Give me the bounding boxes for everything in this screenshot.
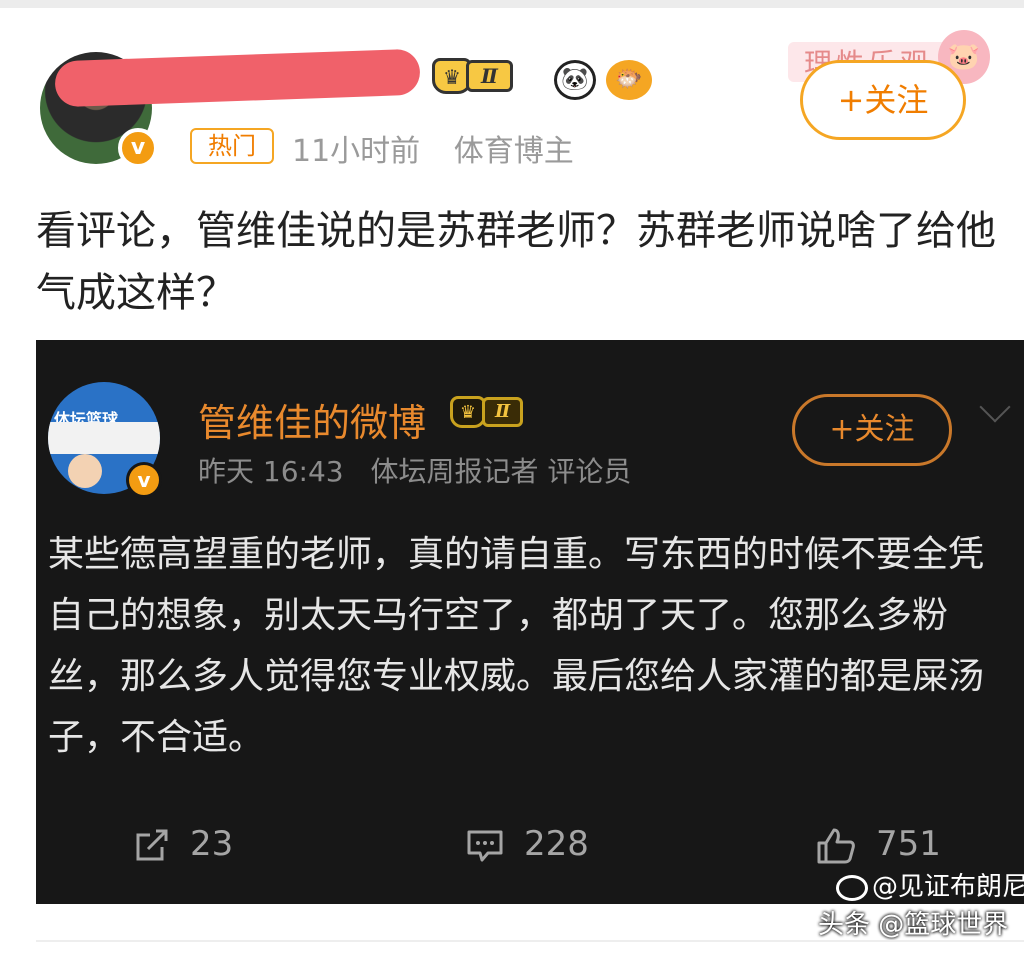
hot-tag: 热门 bbox=[190, 128, 274, 164]
comment-count: 228 bbox=[524, 824, 589, 864]
thumbs-up-icon bbox=[817, 828, 855, 863]
vip-level-badge: ♛ Ⅱ bbox=[432, 58, 513, 96]
toutiao-watermark: 头条 @篮球世界 bbox=[818, 910, 1009, 940]
comment-button[interactable]: 228 bbox=[466, 824, 589, 864]
bottom-divider bbox=[36, 940, 1024, 942]
embedded-post-body: 某些德高望重的老师，真的请自重。写东西的时候不要全凭自己的想象，别太天马行空了，… bbox=[48, 534, 985, 758]
embedded-follow-button[interactable]: +关注 bbox=[792, 394, 952, 466]
panda-emoji-icon: 🐼 bbox=[554, 60, 596, 100]
vip-level-badge: ♛ Ⅱ bbox=[450, 396, 524, 428]
verified-badge-icon: v bbox=[118, 128, 158, 168]
user-role: 体育博主 bbox=[453, 134, 574, 169]
embedded-post-meta: 昨天 16:43 体坛周报记者 评论员 bbox=[198, 450, 631, 490]
post-meta: 11小时前 体育博主 bbox=[292, 126, 574, 170]
verified-badge-icon: v bbox=[126, 462, 162, 498]
embedded-post-time: 昨天 16:43 bbox=[198, 455, 344, 488]
vip-level-text: Ⅱ bbox=[466, 60, 513, 92]
embedded-author-name[interactable]: 管维佳的微博 bbox=[198, 392, 426, 447]
top-divider bbox=[0, 0, 1024, 8]
embedded-user-role: 体坛周报记者 评论员 bbox=[370, 455, 632, 488]
weibo-watermark: @见证布朗尼 bbox=[836, 866, 1024, 903]
follow-button[interactable]: +关注 bbox=[800, 60, 966, 140]
pufferfish-emoji-icon: 🐡 bbox=[606, 60, 652, 100]
embedded-post-screenshot: 体坛篮球 v 管维佳的微博 ♛ Ⅱ +关注 昨天 16:43 体坛周报记者 评论员… bbox=[36, 340, 1024, 904]
weibo-logo-icon bbox=[836, 874, 868, 901]
weibo-watermark-text: @见证布朗尼 bbox=[872, 872, 1024, 902]
repost-count: 23 bbox=[190, 824, 234, 864]
share-icon bbox=[136, 829, 168, 860]
post-time: 11小时前 bbox=[292, 134, 421, 169]
like-count: 751 bbox=[876, 824, 941, 864]
repost-button[interactable]: 23 bbox=[134, 824, 233, 864]
crown-icon: ♛ bbox=[450, 396, 486, 428]
like-button[interactable]: 751 bbox=[816, 824, 941, 865]
vip-level-text: Ⅱ bbox=[482, 397, 524, 427]
post-body: 看评论，管维佳说的是苏群老师？苏群老师说啥了给他气成这样？ bbox=[36, 208, 996, 316]
comment-icon bbox=[467, 830, 503, 861]
chevron-down-icon[interactable] bbox=[979, 391, 1011, 423]
